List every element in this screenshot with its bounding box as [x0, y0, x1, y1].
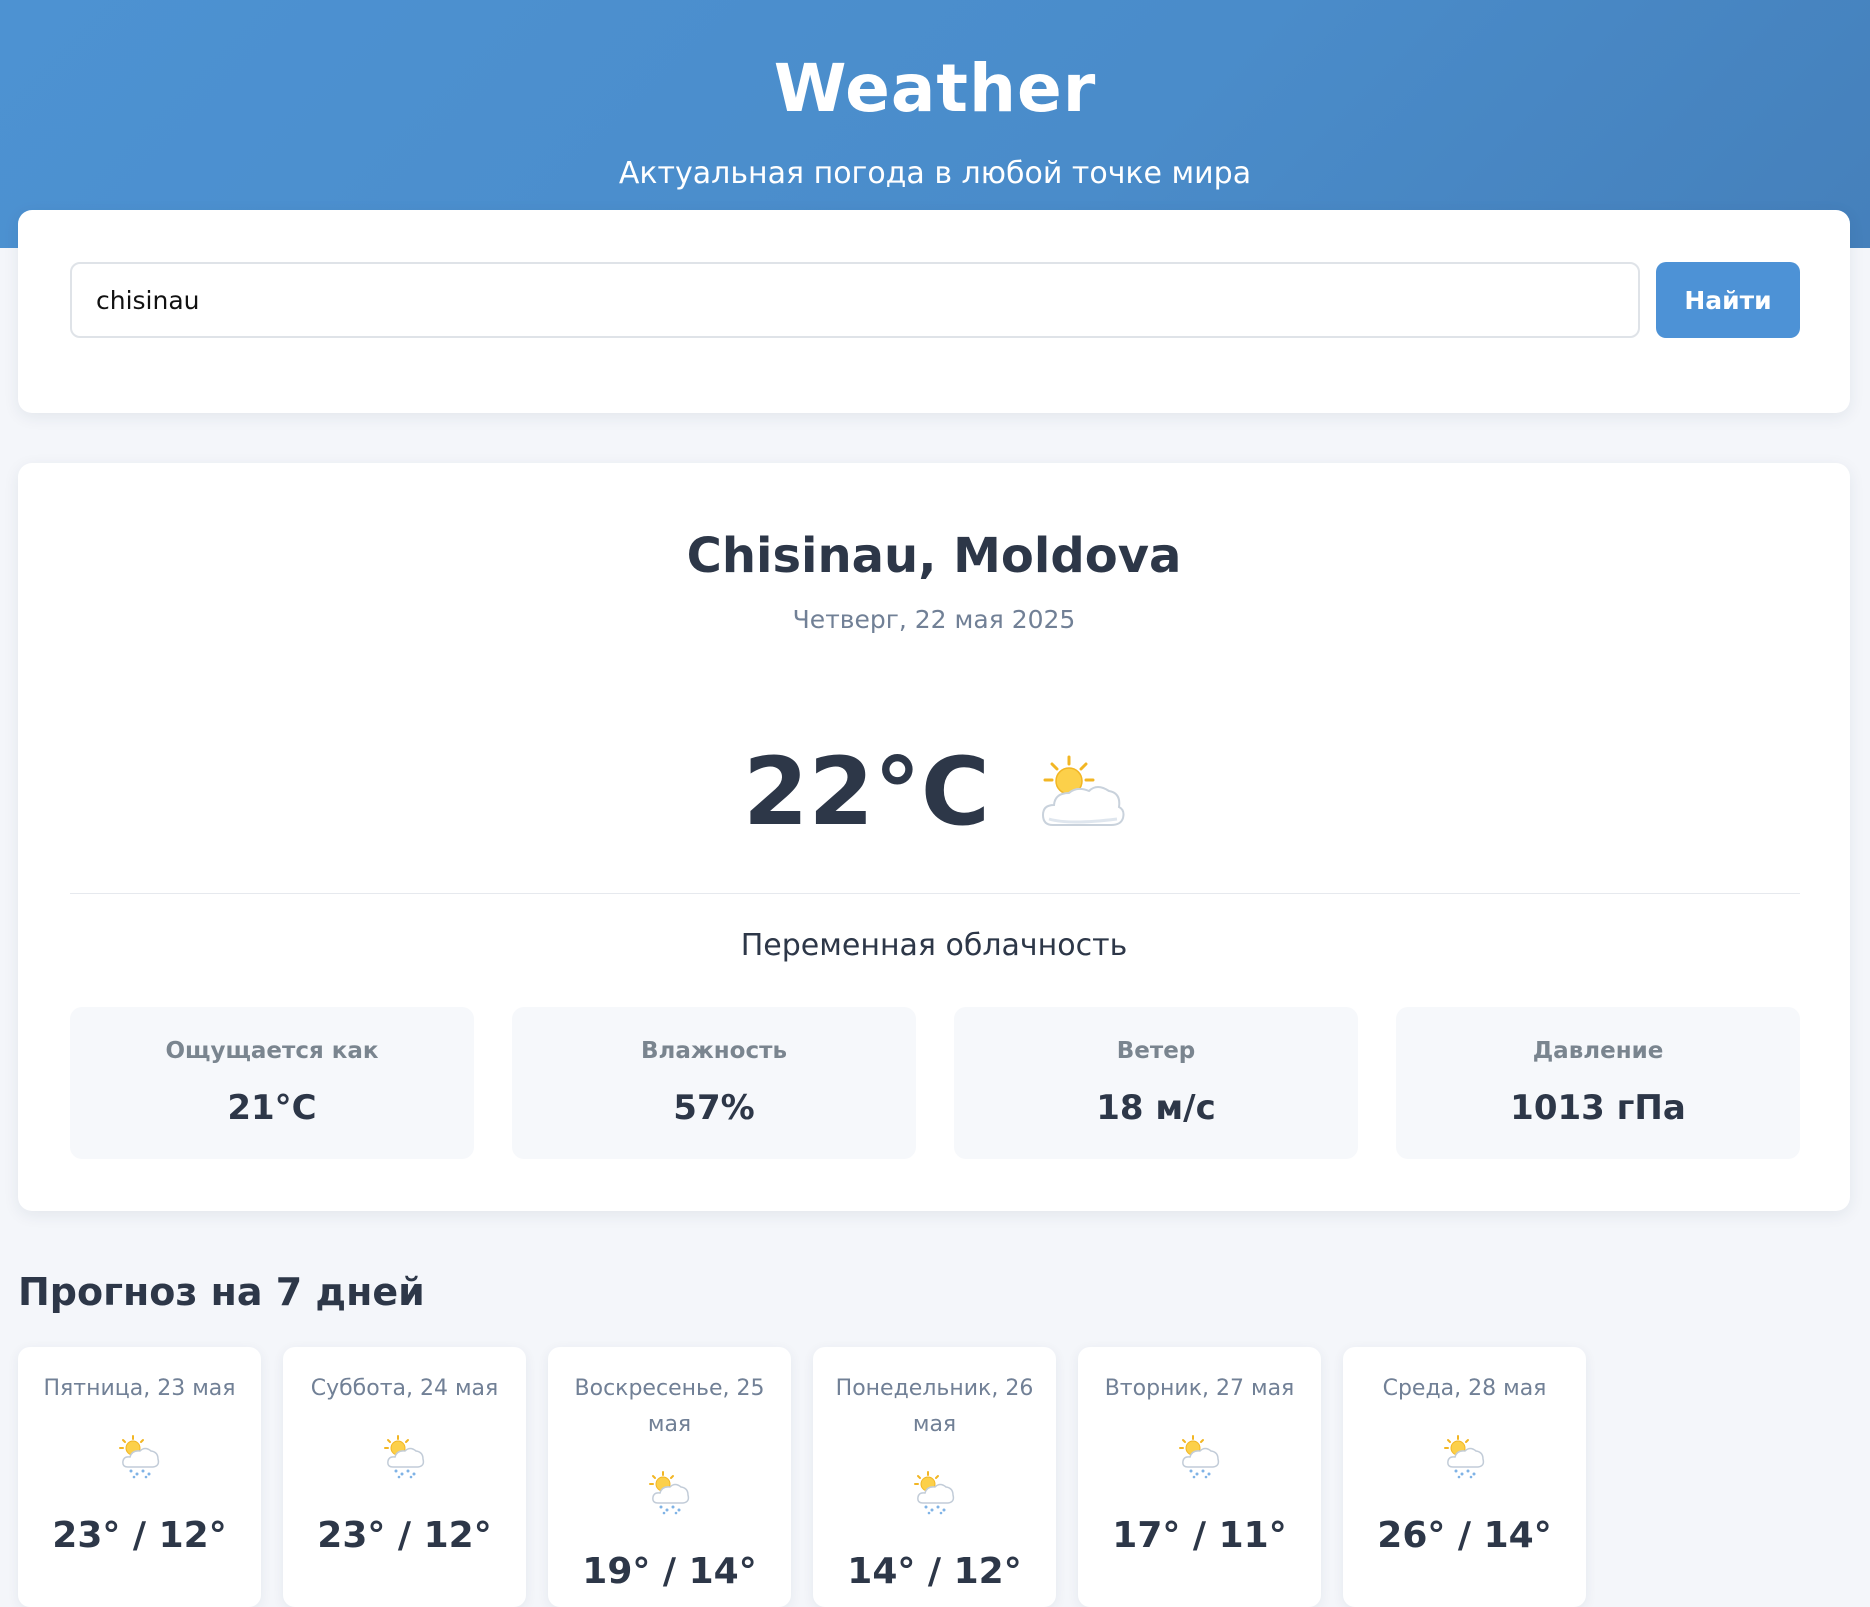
forecast-day-card: Пятница, 23 мая 23° / 12° [18, 1347, 261, 1607]
forecast-temp: 17° / 11° [1112, 1515, 1287, 1556]
stat-value: 18 м/с [1096, 1088, 1216, 1128]
sun-cloud-rain-icon [1178, 1435, 1222, 1479]
forecast-day-card: Воскресенье, 25 мая 19° / 14° [548, 1347, 791, 1607]
forecast-day-card: Понедельник, 26 мая 14° / 12° [813, 1347, 1056, 1607]
stat-feels-like: Ощущается как 21°C [70, 1007, 474, 1159]
sun-cloud-rain-icon [913, 1471, 957, 1515]
stat-label: Влажность [641, 1038, 787, 1064]
current-date: Четверг, 22 мая 2025 [792, 605, 1076, 634]
forecast-temp: 23° / 12° [317, 1515, 492, 1556]
forecast-date: Вторник, 27 мая [1104, 1376, 1295, 1401]
current-temperature: 22°C [743, 738, 990, 847]
sun-cloud-rain-icon [383, 1435, 427, 1479]
forecast-date: Понедельник, 26 мая [835, 1376, 1034, 1437]
city-search-input[interactable] [70, 262, 1640, 338]
forecast-date: Воскресенье, 25 мая [574, 1376, 765, 1437]
forecast-date: Пятница, 23 мая [43, 1376, 236, 1401]
weather-condition: Переменная облачность [740, 928, 1128, 963]
current-weather-card: Chisinau, Moldova Четверг, 22 мая 2025 2… [18, 463, 1850, 1211]
forecast-temp: 23° / 12° [52, 1515, 227, 1556]
forecast-day-card: Суббота, 24 мая 23° / 12° [283, 1347, 526, 1607]
stat-pressure: Давление 1013 гПа [1396, 1007, 1800, 1159]
city-name: Chisinau, Moldova [686, 528, 1182, 584]
stat-label: Ветер [1116, 1038, 1196, 1064]
temperature-row: 22°C [18, 733, 1850, 853]
sun-cloud-rain-icon [118, 1435, 162, 1479]
sun-cloud-rain-icon [648, 1471, 692, 1515]
sun-cloud-rain-icon [1443, 1435, 1487, 1479]
forecast-date: Суббота, 24 мая [310, 1376, 499, 1401]
app-subtitle: Актуальная погода в любой точке мира [618, 156, 1252, 191]
app-title: Weather [773, 50, 1097, 127]
forecast-date: Среда, 28 мая [1382, 1376, 1547, 1401]
stat-value: 1013 гПа [1510, 1088, 1686, 1128]
search-card: Найти [18, 210, 1850, 413]
forecast-title: Прогноз на 7 дней [18, 1270, 425, 1314]
search-button[interactable]: Найти [1656, 262, 1800, 338]
forecast-day-card: Вторник, 27 мая 17° / 11° [1078, 1347, 1321, 1607]
stat-label: Ощущается как [165, 1038, 379, 1064]
stat-label: Давление [1532, 1038, 1664, 1064]
partly-cloudy-icon [1039, 755, 1125, 831]
stat-value: 21°C [227, 1088, 317, 1128]
forecast-temp: 26° / 14° [1377, 1515, 1552, 1556]
forecast-temp: 14° / 12° [847, 1551, 1022, 1592]
divider [70, 893, 1800, 894]
stat-wind: Ветер 18 м/с [954, 1007, 1358, 1159]
stat-value: 57% [673, 1088, 755, 1128]
forecast-temp: 19° / 14° [582, 1551, 757, 1592]
forecast-day-card: Среда, 28 мая 26° / 14° [1343, 1347, 1586, 1607]
stat-humidity: Влажность 57% [512, 1007, 916, 1159]
